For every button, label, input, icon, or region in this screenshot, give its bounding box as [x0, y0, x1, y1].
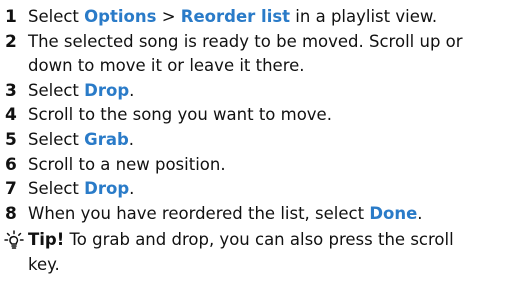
tip-line: key. — [28, 254, 60, 274]
step-number: 7 — [5, 179, 17, 200]
steps-list: 1 Select Options > Reorder list in a pla… — [0, 5, 511, 226]
step-2: 2 The selected song is ready to be moved… — [0, 30, 511, 79]
step-text: Select — [28, 7, 85, 26]
step-text: Select — [28, 129, 85, 149]
keyword-drop: Drop — [84, 179, 130, 199]
step-number: 8 — [5, 203, 17, 224]
step-text: When you have reordered the list, select — [28, 203, 370, 223]
step-text: Select — [28, 179, 85, 199]
step-text: Scroll to a new position. — [28, 154, 226, 174]
keyword-options: Options — [84, 7, 157, 26]
step-number: 4 — [5, 105, 17, 126]
tip-text: To grab and drop, you can also press the… — [64, 230, 454, 250]
step-text-line: down to move it or leave it there. — [28, 56, 305, 76]
step-text: . — [129, 80, 135, 100]
tip-label: Tip! — [28, 230, 65, 250]
lightbulb-icon — [4, 230, 24, 250]
tip-line: Tip! To grab and drop, you can also pres… — [28, 228, 511, 253]
step-text: in a playlist view. — [290, 7, 438, 26]
keyword-reorder-list: Reorder list — [180, 7, 291, 26]
step-3: 3 Select Drop. — [0, 79, 511, 104]
step-text: Scroll to the song you want to move. — [28, 105, 332, 125]
step-text: . — [129, 179, 135, 199]
step-text: . — [128, 129, 135, 149]
step-1: 1 Select Options > Reorder list in a pla… — [0, 5, 511, 30]
step-number: 2 — [5, 31, 17, 52]
step-number: 5 — [5, 129, 17, 150]
instructions-document: 1 Select Options > Reorder list in a pla… — [0, 0, 511, 302]
step-text-line: The selected song is ready to be moved. … — [28, 31, 463, 51]
step-text: . — [417, 203, 423, 223]
step-6: 6 Scroll to a new position. — [0, 153, 511, 178]
keyword-grab: Grab — [84, 129, 129, 149]
step-text: Select — [28, 80, 85, 100]
step-number: 1 — [5, 7, 17, 27]
step-number: 6 — [5, 154, 17, 175]
step-8: 8 When you have reordered the list, sele… — [0, 202, 511, 227]
keyword-done: Done — [369, 203, 418, 223]
step-5: 5 Select Grab. — [0, 128, 511, 153]
step-7: 7 Select Drop. — [0, 177, 511, 202]
keyword-drop: Drop — [84, 80, 130, 100]
step-number: 3 — [5, 80, 17, 101]
tip-note: Tip! To grab and drop, you can also pres… — [0, 228, 511, 277]
step-text: > — [156, 7, 181, 26]
step-4: 4 Scroll to the song you want to move. — [0, 103, 511, 128]
